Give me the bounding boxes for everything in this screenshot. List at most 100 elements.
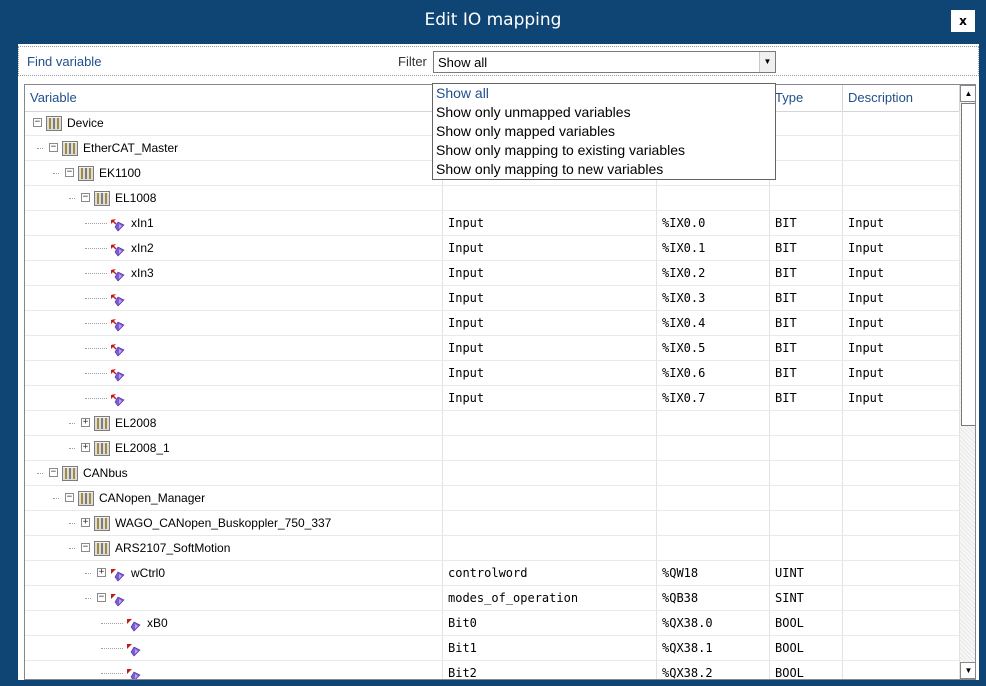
mapping-cell[interactable]: Input [443, 236, 657, 260]
mapping-cell[interactable]: Input [443, 386, 657, 410]
collapse-icon[interactable]: − [81, 543, 90, 552]
table-row[interactable]: Input %IX0.5 BIT Input [25, 336, 960, 361]
table-row[interactable]: Bit1 %QX38.1 BOOL [25, 636, 960, 661]
expand-icon[interactable]: + [81, 443, 90, 452]
variable-name[interactable]: CANbus [83, 461, 128, 485]
filter-option[interactable]: Show only unmapped variables [433, 103, 775, 122]
table-row[interactable]: + WAGO_CANopen_Buskoppler_750_337 [25, 511, 960, 536]
mapping-cell[interactable] [443, 461, 657, 485]
collapse-icon[interactable]: − [65, 493, 74, 502]
device-module-icon [94, 440, 110, 456]
input-variable-icon [110, 391, 126, 407]
mapping-cell[interactable] [443, 411, 657, 435]
table-row[interactable]: + EL2008_1 [25, 436, 960, 461]
table-row[interactable]: + wCtrl0 controlword %QW18 UINT [25, 561, 960, 586]
title-bar[interactable]: Edit IO mapping x [0, 0, 986, 44]
expand-icon[interactable]: + [81, 418, 90, 427]
table-row[interactable]: − EL1008 [25, 186, 960, 211]
tree-connector [69, 548, 75, 549]
table-row[interactable]: Input %IX0.6 BIT Input [25, 361, 960, 386]
table-row[interactable]: xB0 Bit0 %QX38.0 BOOL [25, 611, 960, 636]
table-row[interactable]: − CANbus [25, 461, 960, 486]
column-header-type[interactable]: Type [770, 85, 843, 111]
address-cell [657, 486, 770, 510]
expand-icon[interactable]: + [97, 568, 106, 577]
filter-option[interactable]: Show only mapped variables [433, 122, 775, 141]
filter-select[interactable]: Show all ▼ [433, 51, 776, 73]
description-cell [843, 561, 960, 585]
filter-option[interactable]: Show all [433, 84, 775, 103]
vertical-scrollbar[interactable]: ▲ ▼ [960, 85, 975, 679]
variable-name[interactable]: EK1100 [99, 161, 141, 185]
variable-name[interactable]: ARS2107_SoftMotion [115, 536, 230, 560]
variable-cell: xIn1 [25, 211, 443, 235]
filter-label: Filter [398, 54, 427, 69]
mapping-cell[interactable]: Input [443, 336, 657, 360]
mapping-cell[interactable] [443, 436, 657, 460]
variable-name[interactable]: Device [67, 111, 104, 135]
table-row[interactable]: Bit2 %QX38.2 BOOL [25, 661, 960, 679]
table-row[interactable]: − ARS2107_SoftMotion [25, 536, 960, 561]
variable-name[interactable]: EL2008 [115, 411, 156, 435]
chevron-down-icon[interactable]: ▼ [759, 52, 775, 72]
mapping-cell[interactable]: controlword [443, 561, 657, 585]
variable-name[interactable]: EL2008_1 [115, 436, 170, 460]
variable-cell: xB0 [25, 611, 443, 635]
variable-name[interactable]: WAGO_CANopen_Buskoppler_750_337 [115, 511, 331, 535]
table-row[interactable]: Input %IX0.3 BIT Input [25, 286, 960, 311]
variable-name[interactable]: wCtrl0 [131, 561, 165, 585]
collapse-icon[interactable]: − [49, 143, 58, 152]
address-cell [657, 461, 770, 485]
collapse-icon[interactable]: − [49, 468, 58, 477]
collapse-icon[interactable]: − [81, 193, 90, 202]
table-row[interactable]: xIn2 Input %IX0.1 BIT Input [25, 236, 960, 261]
mapping-cell[interactable] [443, 536, 657, 560]
mapping-cell[interactable] [443, 186, 657, 210]
collapse-icon[interactable]: − [33, 118, 42, 127]
scroll-up-icon[interactable]: ▲ [960, 85, 975, 102]
collapse-icon[interactable]: − [97, 593, 106, 602]
device-module-icon [94, 415, 110, 431]
table-row[interactable]: − CANopen_Manager [25, 486, 960, 511]
mapping-cell[interactable] [443, 511, 657, 535]
variable-name[interactable]: EtherCAT_Master [83, 136, 178, 160]
mapping-cell[interactable] [443, 486, 657, 510]
filter-option[interactable]: Show only mapping to new variables [433, 160, 775, 179]
variable-name[interactable]: xIn3 [131, 261, 154, 285]
description-cell: Input [843, 236, 960, 260]
mapping-cell[interactable]: modes_of_operation [443, 586, 657, 610]
expand-icon[interactable]: + [81, 518, 90, 527]
mapping-cell[interactable]: Bit0 [443, 611, 657, 635]
mapping-cell[interactable]: Input [443, 311, 657, 335]
device-module-icon [78, 490, 94, 506]
table-row[interactable]: Input %IX0.7 BIT Input [25, 386, 960, 411]
column-header-variable[interactable]: Variable [25, 85, 443, 111]
close-button[interactable]: x [951, 10, 975, 32]
filter-option[interactable]: Show only mapping to existing variables [433, 141, 775, 160]
table-row[interactable]: xIn3 Input %IX0.2 BIT Input [25, 261, 960, 286]
table-row[interactable]: − modes_of_operation %QB38 SINT [25, 586, 960, 611]
collapse-icon[interactable]: − [65, 168, 74, 177]
table-row[interactable]: Input %IX0.4 BIT Input [25, 311, 960, 336]
variable-name[interactable]: xIn2 [131, 236, 154, 260]
column-header-description[interactable]: Description [843, 85, 960, 111]
mapping-cell[interactable]: Input [443, 211, 657, 235]
variable-name[interactable]: CANopen_Manager [99, 486, 205, 510]
description-cell [843, 611, 960, 635]
mapping-cell[interactable]: Input [443, 261, 657, 285]
type-cell: BOOL [770, 611, 843, 635]
scrollbar-thumb[interactable] [961, 103, 975, 426]
variable-name[interactable]: xB0 [147, 611, 168, 635]
table-row[interactable]: + EL2008 [25, 411, 960, 436]
description-cell [843, 136, 960, 160]
mapping-cell[interactable]: Bit2 [443, 661, 657, 679]
find-variable-link[interactable]: Find variable [27, 54, 101, 69]
mapping-cell[interactable]: Input [443, 286, 657, 310]
mapping-cell[interactable]: Input [443, 361, 657, 385]
variable-name[interactable]: EL1008 [115, 186, 156, 210]
table-row[interactable]: xIn1 Input %IX0.0 BIT Input [25, 211, 960, 236]
variable-cell [25, 361, 443, 385]
mapping-cell[interactable]: Bit1 [443, 636, 657, 660]
scroll-down-icon[interactable]: ▼ [960, 662, 975, 679]
variable-name[interactable]: xIn1 [131, 211, 154, 235]
